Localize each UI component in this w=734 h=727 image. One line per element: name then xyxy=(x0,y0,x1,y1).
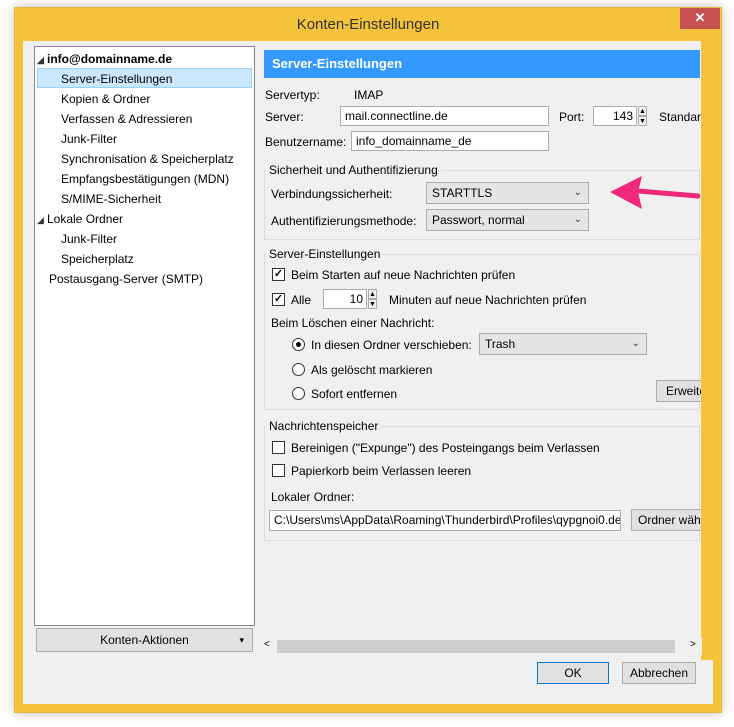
window-title: Konten-Einstellungen xyxy=(296,16,440,33)
mark-deleted-label: Als gelöscht markieren xyxy=(311,363,433,377)
frame-left xyxy=(15,41,23,712)
expunge-checkbox[interactable] xyxy=(272,441,285,454)
storage-group-title: Nachrichtenspeicher xyxy=(266,419,382,433)
port-input[interactable]: 143 xyxy=(593,106,637,126)
on-delete-label: Beim Löschen einer Nachricht: xyxy=(271,316,435,330)
tree-item-smime[interactable]: S/MIME-Sicherheit xyxy=(61,189,161,209)
close-button[interactable]: ✕ xyxy=(680,8,720,29)
tree-item-local-storage[interactable]: Speicherplatz xyxy=(61,249,134,269)
account-tree[interactable]: ◢ info@domainname.de Server-Einstellungen… xyxy=(34,46,255,626)
local-folder-input[interactable]: C:\Users\ms\AppData\Roaming\Thunderbird\… xyxy=(269,510,621,531)
trash-folder-select[interactable]: Trash ⌄ xyxy=(479,333,647,355)
check-every-label: Alle xyxy=(291,293,312,307)
local-folder-label: Lokaler Ordner: xyxy=(271,490,355,504)
tree-item-local-junk[interactable]: Junk-Filter xyxy=(61,229,117,249)
minutes-input[interactable]: 10 xyxy=(323,289,367,309)
remove-now-label: Sofort entfernen xyxy=(311,387,398,401)
auth-method-label: Authentifizierungsmethode: xyxy=(271,214,417,228)
spin-up-icon[interactable]: ▲ xyxy=(368,289,377,299)
dropdown-arrow-icon: ▾ xyxy=(239,635,244,645)
check-every-checkbox[interactable]: ✓ xyxy=(272,293,285,306)
scroll-right-icon[interactable]: > xyxy=(690,639,696,650)
cancel-button[interactable]: Abbrechen xyxy=(622,662,696,684)
choose-folder-button[interactable]: Ordner wählen... xyxy=(631,509,711,531)
panel-title: Server-Einstellungen xyxy=(264,50,700,78)
annotation-arrow-icon xyxy=(610,176,700,209)
servertype-value: IMAP xyxy=(354,88,384,102)
spin-up-icon[interactable]: ▲ xyxy=(638,106,647,116)
minutes-suffix-label: Minuten auf neue Nachrichten prüfen xyxy=(389,293,587,307)
minutes-spinner[interactable]: ▲ ▼ xyxy=(368,289,377,309)
expand-arrow-icon[interactable]: ◢ xyxy=(37,50,47,70)
server-settings-group-title: Server-Einstellungen xyxy=(266,247,384,261)
scrollbar-thumb[interactable] xyxy=(277,640,675,653)
move-to-folder-radio[interactable] xyxy=(292,338,305,351)
frame-bottom xyxy=(15,704,721,712)
tree-item-smtp[interactable]: Postausgang-Server (SMTP) xyxy=(49,269,203,289)
ok-button[interactable]: OK xyxy=(537,662,609,684)
frame-right-cover xyxy=(701,40,720,660)
username-label: Benutzername: xyxy=(265,135,347,149)
spin-down-icon[interactable]: ▼ xyxy=(638,116,647,126)
spin-down-icon[interactable]: ▼ xyxy=(368,299,377,309)
tree-item-junk[interactable]: Junk-Filter xyxy=(61,129,117,149)
expand-arrow-icon[interactable]: ◢ xyxy=(37,210,47,230)
conn-security-label: Verbindungssicherheit: xyxy=(271,187,393,201)
tree-account-info[interactable]: ◢ info@domainname.de xyxy=(37,49,172,69)
move-to-folder-label: In diesen Ordner verschieben: xyxy=(311,338,472,352)
server-input[interactable]: mail.connectline.de xyxy=(340,106,549,126)
check-on-start-label: Beim Starten auf neue Nachrichten prüfen xyxy=(291,268,516,282)
remove-now-radio[interactable] xyxy=(292,387,305,400)
server-label: Server: xyxy=(265,110,304,124)
empty-trash-checkbox[interactable] xyxy=(272,464,285,477)
account-actions-button[interactable]: Konten-Aktionen ▾ xyxy=(36,628,253,652)
tree-local-folders[interactable]: ◢ Lokale Ordner xyxy=(37,209,123,229)
servertype-label: Servertyp: xyxy=(265,88,320,102)
tree-item-compose[interactable]: Verfassen & Adressieren xyxy=(61,109,192,129)
check-on-start-checkbox[interactable]: ✓ xyxy=(272,268,285,281)
expunge-label: Bereinigen ("Expunge") des Posteingangs … xyxy=(291,441,600,455)
tree-item-mdn[interactable]: Empfangsbestätigungen (MDN) xyxy=(61,169,229,189)
empty-trash-label: Papierkorb beim Verlassen leeren xyxy=(291,464,472,478)
conn-security-select[interactable]: STARTTLS ⌄ xyxy=(426,182,589,204)
port-spinner[interactable]: ▲ ▼ xyxy=(638,106,647,126)
chevron-down-icon: ⌄ xyxy=(573,187,582,198)
chevron-down-icon: ⌄ xyxy=(631,338,640,349)
username-input[interactable]: info_domainname_de xyxy=(351,131,549,151)
tree-item-server-settings[interactable]: Server-Einstellungen xyxy=(37,68,252,88)
auth-method-select[interactable]: Passwort, normal ⌄ xyxy=(426,209,589,231)
horizontal-scrollbar[interactable]: < > xyxy=(262,638,702,655)
scroll-left-icon[interactable]: < xyxy=(264,639,270,650)
tree-item-sync[interactable]: Synchronisation & Speicherplatz xyxy=(61,149,234,169)
port-label: Port: xyxy=(559,110,585,124)
mark-deleted-radio[interactable] xyxy=(292,363,305,376)
tree-item-copies-folders[interactable]: Kopien & Ordner xyxy=(61,89,150,109)
security-group-title: Sicherheit und Authentifizierung xyxy=(266,163,441,177)
chevron-down-icon: ⌄ xyxy=(573,214,582,225)
